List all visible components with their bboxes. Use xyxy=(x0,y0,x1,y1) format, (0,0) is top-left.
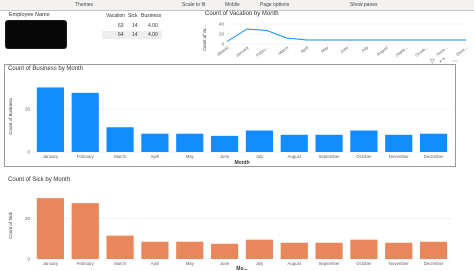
y-axis-title: Count of Business xyxy=(8,97,13,134)
x-tick-label: April xyxy=(151,261,160,266)
x-tick-label: August xyxy=(288,261,302,266)
ribbon: Themes Scale to fit Mobile Page options … xyxy=(0,0,474,11)
x-tick-label: December xyxy=(424,154,444,159)
col-sick[interactable]: Sick xyxy=(128,13,137,19)
page-options-button[interactable]: Page options xyxy=(260,2,289,8)
x-tick-label: March xyxy=(114,154,127,159)
y-axis-title: Count of Va... xyxy=(202,25,207,51)
bar xyxy=(280,242,308,259)
bar xyxy=(245,239,274,259)
bar xyxy=(315,134,343,152)
x-tick-label: February xyxy=(77,261,95,266)
x-tick-label: May xyxy=(186,261,195,266)
x-tick-label: Febru... xyxy=(255,45,269,58)
x-tick-label: Octob... xyxy=(414,45,429,58)
x-tick-label: July xyxy=(256,261,264,266)
table-cell: 64 xyxy=(118,32,124,38)
x-tick-label: September xyxy=(319,154,341,159)
x-tick-label: Septe... xyxy=(394,45,408,58)
x-tick-label: (Blank) xyxy=(216,44,230,56)
table-cell: 4.00 xyxy=(148,23,158,29)
redacted-employee-names xyxy=(6,21,66,48)
bar xyxy=(210,135,239,152)
bar xyxy=(419,133,448,152)
y-tick-label: 0 xyxy=(27,257,30,262)
vacation-series-line xyxy=(226,28,466,42)
x-tick-label: Nove... xyxy=(435,45,449,57)
x-tick-label: August xyxy=(288,154,302,159)
table-cell: 14 xyxy=(132,23,138,29)
x-tick-label: May xyxy=(320,44,330,53)
table-cell: 14 xyxy=(132,32,138,38)
x-tick-label: September xyxy=(319,261,341,266)
x-tick-label: April xyxy=(300,45,310,54)
x-axis-title: Mo... xyxy=(236,266,248,271)
y-axis-title: Count of Sick xyxy=(8,211,13,239)
x-tick-label: June xyxy=(339,44,350,54)
x-tick-label: July xyxy=(256,154,264,159)
x-tick-label: October xyxy=(356,261,372,266)
y-tick-label: 0 xyxy=(27,150,30,155)
y-tick-label: 40 xyxy=(219,22,225,27)
bar xyxy=(350,130,378,152)
x-tick-label: June xyxy=(220,154,230,159)
bar xyxy=(106,127,134,152)
table-cell: 4.00 xyxy=(148,32,158,38)
sick-chart-title: Count of Sick by Month xyxy=(8,177,71,183)
x-tick-label: November xyxy=(389,154,409,159)
x-axis-title: Month xyxy=(235,160,250,166)
x-tick-label: November xyxy=(389,261,409,266)
business-bar-chart[interactable]: 0 20 January February March April May June July A… xyxy=(5,74,455,166)
bar xyxy=(245,130,274,152)
themes-button[interactable]: Themes xyxy=(75,2,93,8)
vacation-chart-title: Count of Vacation by Month xyxy=(205,11,279,17)
business-chart-title: Count of Business by Month xyxy=(8,66,84,72)
bar xyxy=(280,134,308,152)
x-tick-label: August xyxy=(376,44,390,56)
bar xyxy=(36,87,65,152)
x-tick-label: March xyxy=(114,261,127,266)
bar xyxy=(141,133,169,152)
bar xyxy=(385,134,413,152)
bar xyxy=(385,242,413,259)
x-tick-label: January xyxy=(235,44,251,58)
x-tick-label: December xyxy=(424,261,444,266)
col-business[interactable]: Business xyxy=(141,13,161,19)
scale-to-fit-button[interactable]: Scale to fit xyxy=(182,2,205,8)
bar xyxy=(419,241,448,259)
x-tick-label: October xyxy=(356,154,372,159)
x-tick-label: January xyxy=(43,154,59,159)
y-tick-label: 20 xyxy=(25,216,31,221)
bar xyxy=(71,92,99,152)
show-panes-button[interactable]: Show panes xyxy=(350,2,378,8)
sick-bar-chart[interactable]: 0 20 January February March April May June July A… xyxy=(5,186,455,271)
x-tick-label: April xyxy=(151,154,160,159)
bar xyxy=(176,241,204,259)
bar xyxy=(71,203,99,259)
bar xyxy=(36,198,65,259)
bar xyxy=(350,239,378,259)
bar xyxy=(176,133,204,152)
x-tick-label: June xyxy=(220,261,230,266)
bar xyxy=(210,243,239,259)
x-tick-label: January xyxy=(43,261,59,266)
employee-name-header: Employee Name xyxy=(9,12,50,18)
x-tick-label: July xyxy=(360,44,370,53)
bar xyxy=(141,241,169,259)
bar xyxy=(315,242,343,259)
x-tick-label: May xyxy=(186,154,195,159)
table-cell: 63 xyxy=(118,23,124,29)
x-tick-label: February xyxy=(77,154,95,159)
bar xyxy=(106,235,134,259)
x-tick-label: March xyxy=(277,44,290,56)
y-tick-label: 20 xyxy=(219,32,225,37)
x-tick-label: Dece... xyxy=(455,45,469,57)
y-tick-label: 20 xyxy=(25,106,31,111)
col-vacation[interactable]: Vacation xyxy=(106,13,125,19)
mobile-button[interactable]: Mobile xyxy=(225,2,240,8)
